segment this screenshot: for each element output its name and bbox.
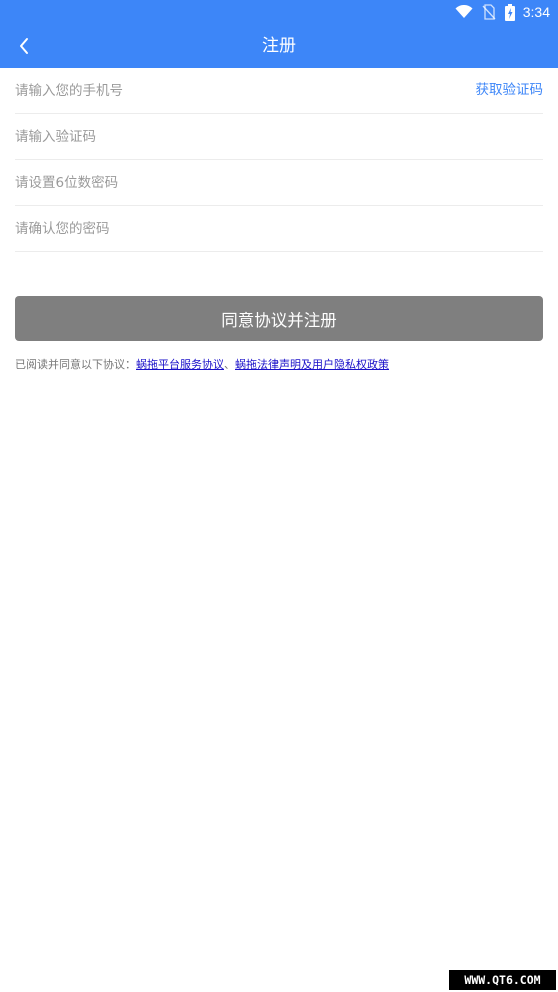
no-sim-icon (482, 4, 496, 20)
agree-register-button[interactable]: 同意协议并注册 (15, 296, 543, 341)
get-code-button[interactable]: 获取验证码 (476, 68, 544, 113)
phone-input[interactable] (15, 68, 455, 113)
status-time: 3:34 (522, 4, 550, 20)
page-title: 注册 (262, 36, 296, 56)
service-agreement-link[interactable]: 蜗拖平台服务协议 (136, 358, 224, 371)
agreement-separator: 、 (224, 358, 235, 371)
app-bar: 注册 (0, 24, 558, 68)
password-row (15, 160, 543, 206)
code-row (15, 114, 543, 160)
password-input[interactable] (15, 160, 455, 205)
register-form: 获取验证码 (15, 68, 543, 252)
agreement-text: 已阅读并同意以下协议：蜗拖平台服务协议、蜗拖法律声明及用户隐私权政策 (15, 356, 389, 372)
confirm-password-input[interactable] (15, 206, 455, 251)
battery-charging-icon (504, 3, 515, 21)
status-bar: 3:34 (0, 0, 558, 24)
status-icons: 3:34 (455, 2, 550, 22)
confirm-password-row (15, 206, 543, 252)
phone-row: 获取验证码 (15, 68, 543, 114)
wifi-icon (455, 5, 473, 18)
privacy-policy-link[interactable]: 蜗拖法律声明及用户隐私权政策 (235, 358, 389, 371)
verification-code-input[interactable] (15, 114, 455, 159)
watermark: WWW.QT6.COM (449, 970, 556, 990)
agreement-prefix: 已阅读并同意以下协议： (15, 358, 136, 371)
